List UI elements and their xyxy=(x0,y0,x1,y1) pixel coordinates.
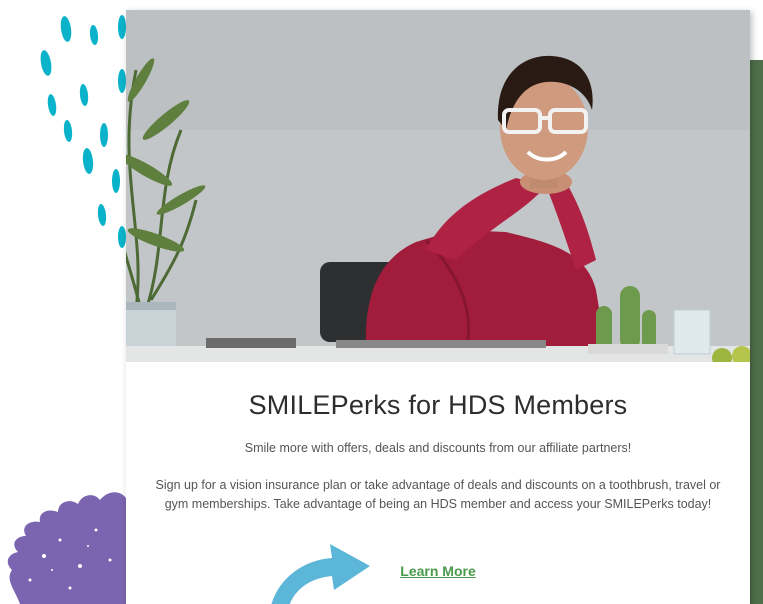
hero-photo xyxy=(126,10,750,362)
promo-title: SMILEPerks for HDS Members xyxy=(248,390,628,420)
hero-photo-illustration xyxy=(126,10,750,362)
learn-more-link[interactable]: Learn More xyxy=(400,563,475,579)
curved-arrow-icon xyxy=(271,544,370,604)
purple-foliage-decoration xyxy=(7,492,140,604)
promo-subtitle: Smile more with offers, deals and discou… xyxy=(244,441,632,455)
promo-card: SMILEPerks for HDS Members Smile more wi… xyxy=(126,10,750,604)
page: SMILEPerks for HDS Members Smile more wi… xyxy=(0,0,763,604)
teal-dashes-decoration xyxy=(40,15,126,248)
promo-description: Sign up for a vision insurance plan or t… xyxy=(155,478,721,511)
learn-more-container: Learn More xyxy=(126,563,750,581)
